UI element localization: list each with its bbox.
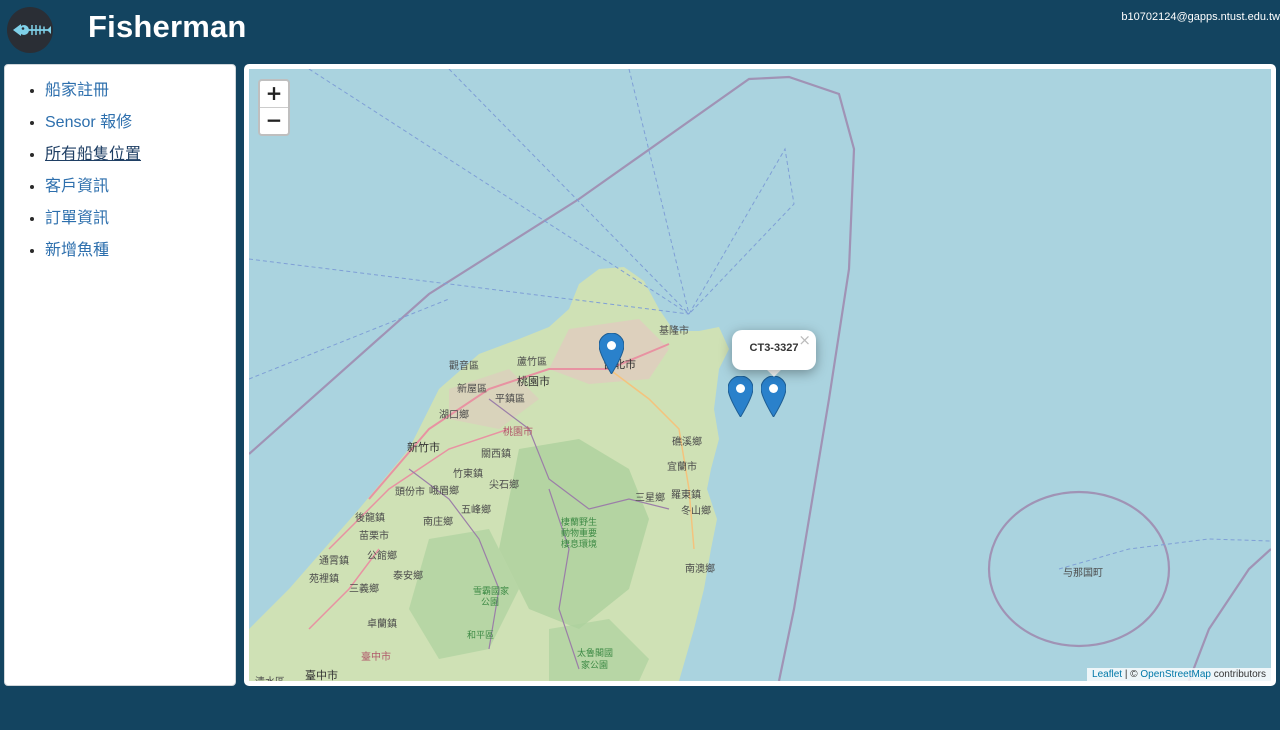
map-label-hukou: 湖口鄉 [439, 410, 469, 421]
map-attribution: Leaflet | © OpenStreetMap contributors [1087, 668, 1271, 681]
map-label-nanao: 南澳鄉 [685, 564, 715, 575]
map-label-toufen: 頭份市 [395, 487, 425, 498]
map-label-dongshan: 冬山鄉 [681, 506, 711, 517]
sidebar-item-add-fish-species: 新增魚種 [45, 235, 235, 267]
sidebar-link-customer-info[interactable]: 客戶資訊 [45, 178, 109, 195]
map-label-qingshui: 清水區 [255, 673, 285, 681]
map-label-jianshi: 尖石鄉 [489, 480, 519, 491]
attribution-separator: | © [1122, 669, 1141, 680]
sidebar-link-add-fish-species[interactable]: 新增魚種 [45, 242, 109, 259]
map-label-gongguan: 公館鄉 [367, 551, 397, 562]
sidebar: 船家註冊 Sensor 報修 所有船隻位置 客戶資訊 訂單資訊 新增魚種 [4, 64, 236, 686]
map-label-zhudong: 竹東鎮 [453, 469, 483, 480]
user-email[interactable]: b10702124@gapps.ntust.edu.tw [1121, 11, 1280, 23]
popup-close-icon[interactable]: × [798, 331, 811, 349]
zoom-out-button[interactable]: − [260, 107, 288, 134]
map-label-sanyi: 三義鄉 [349, 584, 379, 595]
map-label-emei: 峨眉鄉 [429, 486, 459, 497]
sidebar-item-order-info: 訂單資訊 [45, 203, 235, 235]
map-label-taichung: 臺中市 [305, 669, 338, 681]
attribution-suffix: contributors [1210, 669, 1266, 680]
map-label-taroko-2: 家公園 [581, 661, 609, 671]
map-label-yonaguni: 与那国町 [1063, 568, 1103, 579]
boat-popup: CT3-3327 × [732, 330, 816, 370]
zoom-in-button[interactable]: + [260, 81, 288, 107]
fish-skeleton-icon[interactable] [7, 7, 53, 53]
sidebar-item-sensor-repair: Sensor 報修 [45, 107, 235, 139]
map-label-miaoli: 苗栗市 [359, 531, 389, 542]
map-base-layer [249, 69, 1271, 681]
map-label-heping: 和平區 [467, 631, 495, 641]
zoom-control: + − [258, 79, 290, 136]
osm-link[interactable]: OpenStreetMap [1140, 669, 1211, 680]
sidebar-link-all-boat-locations[interactable]: 所有船隻位置 [45, 146, 141, 163]
map-view[interactable]: 基隆市 台北市 觀音區 蘆竹區 桃園市 新屋區 平鎮區 湖口鄉 桃園市 新竹市 … [249, 69, 1271, 681]
map-label-luodong: 羅東鎮 [671, 490, 701, 501]
map-label-xinwu: 新屋區 [457, 384, 487, 395]
boat-marker-icon[interactable] [598, 332, 625, 375]
sidebar-item-boat-registration: 船家註冊 [45, 75, 235, 107]
map-label-guanxi: 關西鎮 [481, 449, 511, 460]
sidebar-link-order-info[interactable]: 訂單資訊 [45, 210, 109, 227]
map-label-sanxing: 三星鄉 [635, 493, 665, 504]
map-label-pingzhen: 平鎮區 [495, 394, 525, 405]
app-header: Fisherman b10702124@gapps.ntust.edu.tw [0, 0, 1280, 62]
map-label-yuanli: 苑裡鎮 [309, 574, 339, 585]
map-label-hsinchu: 新竹市 [407, 441, 440, 454]
sidebar-menu: 船家註冊 Sensor 報修 所有船隻位置 客戶資訊 訂單資訊 新增魚種 [5, 65, 235, 267]
map-label-shei-pa-2: 公園 [481, 598, 500, 608]
sidebar-item-all-boat-locations: 所有船隻位置 [45, 139, 235, 171]
boat-marker-icon[interactable] [727, 375, 754, 418]
sidebar-link-boat-registration[interactable]: 船家註冊 [45, 82, 109, 99]
boat-marker-icon[interactable] [760, 375, 787, 418]
map-label-jiaoxi: 礁溪鄉 [672, 437, 702, 448]
leaflet-link[interactable]: Leaflet [1092, 669, 1122, 680]
map-label-keelung: 基隆市 [659, 326, 689, 337]
map-label-taoyuan-district: 桃園市 [503, 427, 533, 438]
map-panel: 基隆市 台北市 觀音區 蘆竹區 桃園市 新屋區 平鎮區 湖口鄉 桃園市 新竹市 … [244, 64, 1276, 686]
map-label-taoyuan: 桃園市 [517, 375, 550, 388]
map-label-zhuolan: 卓蘭鎮 [367, 619, 397, 630]
map-label-wufeng: 五峰鄉 [461, 505, 491, 516]
map-label-wildlife-3: 棲息環境 [561, 540, 598, 550]
map-label-yilan: 宜蘭市 [667, 462, 697, 473]
map-label-nanzhuang: 南庄鄉 [423, 517, 453, 528]
app-title: Fisherman [88, 9, 247, 44]
sidebar-item-customer-info: 客戶資訊 [45, 171, 235, 203]
map-label-houlong: 後龍鎮 [355, 513, 385, 524]
map-label-taian: 泰安鄉 [393, 571, 423, 582]
map-label-tongxiao: 通霄鎮 [319, 556, 349, 567]
map-label-taichung-district: 臺中市 [361, 652, 391, 663]
sidebar-link-sensor-repair[interactable]: Sensor 報修 [45, 114, 132, 131]
map-label-guanyin: 觀音區 [449, 361, 479, 372]
map-label-luzhu: 蘆竹區 [517, 357, 547, 368]
